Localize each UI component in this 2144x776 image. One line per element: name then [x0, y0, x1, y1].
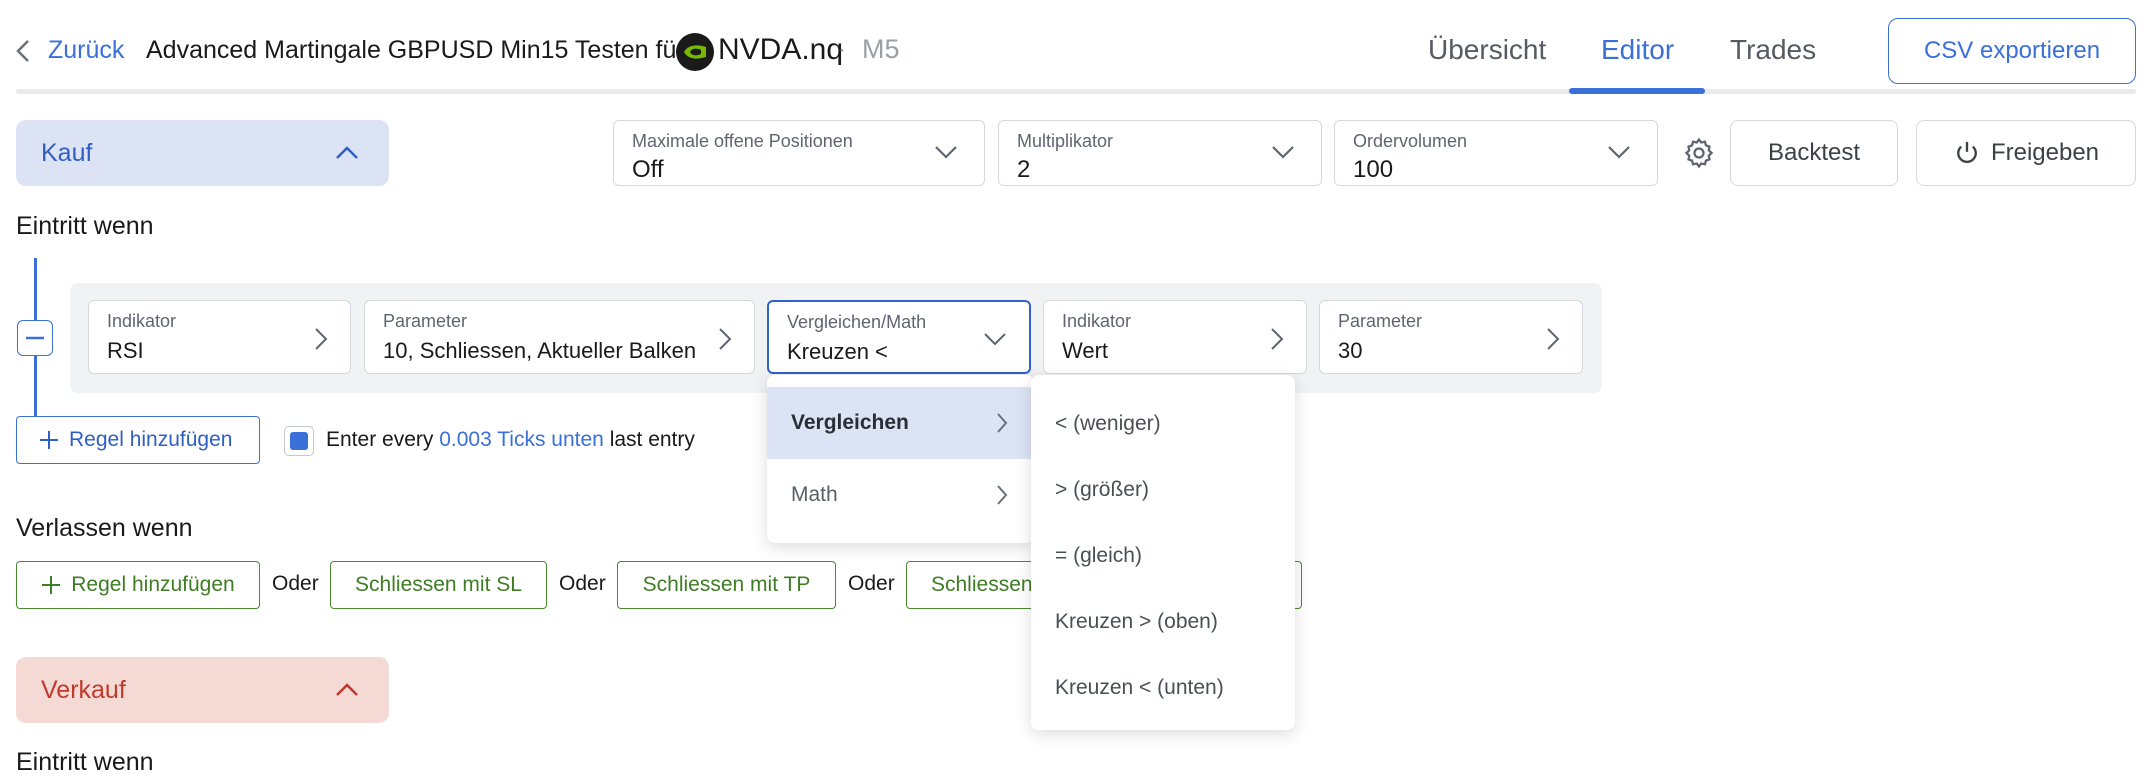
chevron-right-icon	[1546, 327, 1560, 351]
buy-section-toggle[interactable]: Kauf	[16, 120, 389, 186]
select-label: Ordervolumen	[1353, 131, 1468, 151]
add-rule-label: Regel hinzufügen	[71, 573, 235, 596]
chevron-up-icon	[335, 683, 359, 697]
chevron-down-icon	[1271, 145, 1295, 159]
nvidia-logo	[676, 33, 714, 71]
chevron-up-icon	[335, 146, 359, 160]
compare-options-menu: < (weniger) > (größer) = (gleich) Kreuze…	[1031, 375, 1295, 730]
chevron-down-icon	[1607, 145, 1631, 159]
sell-section-title: Verkauf	[41, 675, 126, 704]
checkbox-checked-mark	[290, 432, 308, 450]
enter-every-prefix: Enter every	[326, 428, 434, 451]
option-equal[interactable]: = (gleich)	[1031, 523, 1295, 589]
chevron-down-icon	[983, 332, 1007, 346]
menu-item-math[interactable]: Math	[767, 459, 1034, 531]
or-label: Oder	[559, 572, 606, 595]
rule-parameter-field[interactable]: Parameter 10, Schliessen, Aktueller Balk…	[364, 300, 755, 374]
close-with-sl-button[interactable]: Schliessen mit SL	[330, 561, 547, 609]
select-value: 2	[1017, 156, 1031, 183]
buy-section-title: Kauf	[41, 138, 93, 167]
back-link[interactable]: Zurück	[48, 36, 124, 65]
select-value: 100	[1353, 156, 1394, 183]
field-label: Parameter	[1338, 311, 1423, 331]
backtest-button[interactable]: Backtest	[1730, 120, 1898, 186]
add-entry-rule-button[interactable]: Regel hinzufügen	[16, 416, 260, 464]
chevron-right-icon	[996, 412, 1008, 434]
field-label: Indikator	[1062, 311, 1132, 331]
select-value: Off	[632, 156, 664, 183]
rule-indicator2-field[interactable]: Indikator Wert	[1043, 300, 1307, 374]
chevron-left-icon[interactable]	[14, 38, 32, 64]
field-label: Parameter	[383, 311, 468, 331]
order-volume-select[interactable]: Ordervolumen 100	[1334, 120, 1658, 186]
select-label: Multiplikator	[1017, 131, 1114, 151]
menu-item-compare[interactable]: Vergleichen	[767, 387, 1034, 459]
chevron-right-icon	[314, 327, 328, 351]
header-divider	[16, 89, 2136, 94]
option-less-than[interactable]: < (weniger)	[1031, 391, 1295, 457]
field-value: 10, Schliessen, Aktueller Balken	[383, 338, 697, 363]
sell-section-toggle[interactable]: Verkauf	[16, 657, 389, 723]
field-label: Vergleichen/Math	[787, 312, 927, 332]
enter-every-checkbox[interactable]	[284, 426, 314, 456]
ticker-symbol: NVDA.nq	[718, 33, 844, 66]
plus-icon	[41, 575, 61, 595]
rule-compare-field[interactable]: Vergleichen/Math Kreuzen <	[767, 300, 1031, 374]
active-tab-indicator	[1569, 88, 1705, 94]
remove-rule-group-button[interactable]	[17, 320, 53, 356]
field-value: RSI	[107, 338, 144, 363]
field-value: 30	[1338, 338, 1363, 363]
close-with-tp-button[interactable]: Schliessen mit TP	[617, 561, 836, 609]
option-greater-than[interactable]: > (größer)	[1031, 457, 1295, 523]
select-label: Maximale offene Positionen	[632, 131, 853, 151]
enter-every-text: Enter every 0.003 Ticks unten last entry	[326, 428, 695, 452]
enter-every-ticks-link[interactable]: 0.003 Ticks unten	[439, 428, 604, 451]
or-label: Oder	[272, 572, 319, 595]
max-open-positions-select[interactable]: Maximale offene Positionen Off	[613, 120, 985, 186]
entry-label: Eintritt wenn	[16, 212, 154, 240]
power-icon	[1953, 139, 1981, 167]
gear-icon[interactable]	[1682, 136, 1716, 170]
release-label: Freigeben	[1990, 139, 2100, 166]
csv-export-button[interactable]: CSV exportieren	[1888, 18, 2136, 84]
plus-icon	[39, 430, 59, 450]
option-cross-above[interactable]: Kreuzen > (oben)	[1031, 589, 1295, 655]
enter-every-suffix: last entry	[609, 428, 695, 451]
multiplier-select[interactable]: Multiplikator 2	[998, 120, 1322, 186]
compare-category-menu: Vergleichen Math	[767, 375, 1034, 543]
strategy-title: Advanced Martingale GBPUSD Min15 Testen …	[146, 36, 685, 64]
separator-dot: ·	[838, 36, 846, 63]
add-exit-rule-button[interactable]: Regel hinzufügen	[16, 561, 260, 609]
tab-editor[interactable]: Editor	[1601, 34, 1674, 66]
minus-icon	[25, 336, 45, 340]
sell-entry-label: Eintritt wenn	[16, 748, 154, 776]
timeframe-label: M5	[862, 34, 900, 64]
tab-overview[interactable]: Übersicht	[1428, 34, 1546, 66]
add-rule-label: Regel hinzufügen	[69, 428, 233, 451]
field-value: Wert	[1062, 338, 1109, 363]
rule-indicator-field[interactable]: Indikator RSI	[88, 300, 351, 374]
chevron-down-icon	[934, 145, 958, 159]
field-value: Kreuzen <	[787, 339, 888, 364]
release-button[interactable]: Freigeben	[1916, 120, 2136, 186]
tab-trades[interactable]: Trades	[1730, 34, 1816, 66]
chevron-right-icon	[718, 327, 732, 351]
option-cross-below[interactable]: Kreuzen < (unten)	[1031, 655, 1295, 721]
field-label: Indikator	[107, 311, 177, 331]
menu-item-label: Vergleichen	[791, 411, 909, 434]
menu-item-label: Math	[791, 483, 838, 506]
chevron-right-icon	[1270, 327, 1284, 351]
rule-parameter2-field[interactable]: Parameter 30	[1319, 300, 1583, 374]
chevron-right-icon	[996, 484, 1008, 506]
or-label: Oder	[848, 572, 895, 595]
exit-label: Verlassen wenn	[16, 514, 193, 542]
